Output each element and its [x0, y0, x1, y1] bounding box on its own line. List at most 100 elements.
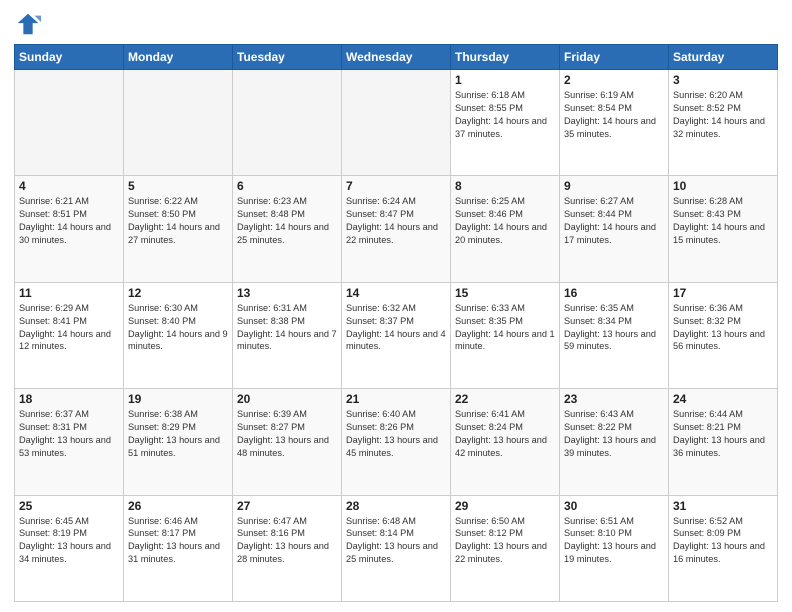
day-info: Sunrise: 6:19 AM Sunset: 8:54 PM Dayligh…	[564, 89, 664, 141]
calendar-cell: 22 Sunrise: 6:41 AM Sunset: 8:24 PM Dayli…	[451, 389, 560, 495]
day-info: Sunrise: 6:25 AM Sunset: 8:46 PM Dayligh…	[455, 195, 555, 247]
day-info: Sunrise: 6:38 AM Sunset: 8:29 PM Dayligh…	[128, 408, 228, 460]
day-number: 25	[19, 499, 119, 513]
day-info: Sunrise: 6:18 AM Sunset: 8:55 PM Dayligh…	[455, 89, 555, 141]
day-number: 11	[19, 286, 119, 300]
day-number: 21	[346, 392, 446, 406]
calendar-cell: 11 Sunrise: 6:29 AM Sunset: 8:41 PM Dayli…	[15, 282, 124, 388]
calendar-cell: 23 Sunrise: 6:43 AM Sunset: 8:22 PM Dayli…	[560, 389, 669, 495]
calendar-cell: 19 Sunrise: 6:38 AM Sunset: 8:29 PM Dayli…	[124, 389, 233, 495]
day-info: Sunrise: 6:22 AM Sunset: 8:50 PM Dayligh…	[128, 195, 228, 247]
day-number: 1	[455, 73, 555, 87]
calendar-cell: 27Sunrise: 6:47 AM Sunset: 8:16 PM Dayli…	[233, 495, 342, 601]
calendar-cell: 7Sunrise: 6:24 AM Sunset: 8:47 PM Daylig…	[342, 176, 451, 282]
day-info: Sunrise: 6:37 AM Sunset: 8:31 PM Dayligh…	[19, 408, 119, 460]
day-info: Sunrise: 6:52 AM Sunset: 8:09 PM Dayligh…	[673, 515, 773, 567]
day-number: 3	[673, 73, 773, 87]
calendar-cell: 1 Sunrise: 6:18 AM Sunset: 8:55 PM Daylig…	[451, 70, 560, 176]
calendar-cell: 24 Sunrise: 6:44 AM Sunset: 8:21 PM Dayli…	[669, 389, 778, 495]
calendar-cell: 4 Sunrise: 6:21 AM Sunset: 8:51 PM Daylig…	[15, 176, 124, 282]
day-number: 30	[564, 499, 664, 513]
calendar-cell: 12 Sunrise: 6:30 AM Sunset: 8:40 PM Dayli…	[124, 282, 233, 388]
calendar-cell: 14Sunrise: 6:32 AM Sunset: 8:37 PM Dayli…	[342, 282, 451, 388]
day-info: Sunrise: 6:45 AM Sunset: 8:19 PM Dayligh…	[19, 515, 119, 567]
day-number: 16	[564, 286, 664, 300]
day-number: 20	[237, 392, 337, 406]
day-number: 23	[564, 392, 664, 406]
day-info: Sunrise: 6:20 AM Sunset: 8:52 PM Dayligh…	[673, 89, 773, 141]
day-info: Sunrise: 6:50 AM Sunset: 8:12 PM Dayligh…	[455, 515, 555, 567]
day-number: 31	[673, 499, 773, 513]
day-info: Sunrise: 6:29 AM Sunset: 8:41 PM Dayligh…	[19, 302, 119, 354]
calendar-cell: 30 Sunrise: 6:51 AM Sunset: 8:10 PM Dayli…	[560, 495, 669, 601]
calendar-cell: 3 Sunrise: 6:20 AM Sunset: 8:52 PM Daylig…	[669, 70, 778, 176]
day-info: Sunrise: 6:28 AM Sunset: 8:43 PM Dayligh…	[673, 195, 773, 247]
header	[14, 10, 778, 38]
calendar-cell	[233, 70, 342, 176]
calendar-cell: 9 Sunrise: 6:27 AM Sunset: 8:44 PM Daylig…	[560, 176, 669, 282]
calendar-cell: 8 Sunrise: 6:25 AM Sunset: 8:46 PM Daylig…	[451, 176, 560, 282]
logo-icon	[14, 10, 42, 38]
calendar-week-2: 4 Sunrise: 6:21 AM Sunset: 8:51 PM Daylig…	[15, 176, 778, 282]
weekday-header-wednesday: Wednesday	[342, 45, 451, 70]
day-info: Sunrise: 6:43 AM Sunset: 8:22 PM Dayligh…	[564, 408, 664, 460]
day-info: Sunrise: 6:24 AM Sunset: 8:47 PM Dayligh…	[346, 195, 446, 247]
calendar-cell	[342, 70, 451, 176]
day-number: 5	[128, 179, 228, 193]
calendar-week-4: 18 Sunrise: 6:37 AM Sunset: 8:31 PM Dayli…	[15, 389, 778, 495]
calendar-cell: 18 Sunrise: 6:37 AM Sunset: 8:31 PM Dayli…	[15, 389, 124, 495]
weekday-header-sunday: Sunday	[15, 45, 124, 70]
day-info: Sunrise: 6:51 AM Sunset: 8:10 PM Dayligh…	[564, 515, 664, 567]
day-number: 26	[128, 499, 228, 513]
day-number: 18	[19, 392, 119, 406]
calendar-cell: 17 Sunrise: 6:36 AM Sunset: 8:32 PM Dayli…	[669, 282, 778, 388]
calendar-cell	[15, 70, 124, 176]
day-info: Sunrise: 6:32 AM Sunset: 8:37 PM Dayligh…	[346, 302, 446, 354]
day-info: Sunrise: 6:27 AM Sunset: 8:44 PM Dayligh…	[564, 195, 664, 247]
calendar-cell: 29Sunrise: 6:50 AM Sunset: 8:12 PM Dayli…	[451, 495, 560, 601]
day-info: Sunrise: 6:35 AM Sunset: 8:34 PM Dayligh…	[564, 302, 664, 354]
day-info: Sunrise: 6:31 AM Sunset: 8:38 PM Dayligh…	[237, 302, 337, 354]
day-number: 12	[128, 286, 228, 300]
day-info: Sunrise: 6:23 AM Sunset: 8:48 PM Dayligh…	[237, 195, 337, 247]
day-number: 6	[237, 179, 337, 193]
calendar-cell: 25 Sunrise: 6:45 AM Sunset: 8:19 PM Dayli…	[15, 495, 124, 601]
day-info: Sunrise: 6:41 AM Sunset: 8:24 PM Dayligh…	[455, 408, 555, 460]
day-info: Sunrise: 6:36 AM Sunset: 8:32 PM Dayligh…	[673, 302, 773, 354]
weekday-header-tuesday: Tuesday	[233, 45, 342, 70]
day-number: 4	[19, 179, 119, 193]
day-number: 8	[455, 179, 555, 193]
calendar-week-1: 1 Sunrise: 6:18 AM Sunset: 8:55 PM Daylig…	[15, 70, 778, 176]
day-info: Sunrise: 6:44 AM Sunset: 8:21 PM Dayligh…	[673, 408, 773, 460]
weekday-header-monday: Monday	[124, 45, 233, 70]
page: SundayMondayTuesdayWednesdayThursdayFrid…	[0, 0, 792, 612]
calendar-table: SundayMondayTuesdayWednesdayThursdayFrid…	[14, 44, 778, 602]
day-info: Sunrise: 6:30 AM Sunset: 8:40 PM Dayligh…	[128, 302, 228, 354]
day-number: 10	[673, 179, 773, 193]
calendar-cell	[124, 70, 233, 176]
weekday-header-saturday: Saturday	[669, 45, 778, 70]
calendar-cell: 10 Sunrise: 6:28 AM Sunset: 8:43 PM Dayli…	[669, 176, 778, 282]
day-number: 22	[455, 392, 555, 406]
day-info: Sunrise: 6:48 AM Sunset: 8:14 PM Dayligh…	[346, 515, 446, 567]
day-number: 17	[673, 286, 773, 300]
day-number: 27	[237, 499, 337, 513]
calendar-cell: 26 Sunrise: 6:46 AM Sunset: 8:17 PM Dayli…	[124, 495, 233, 601]
calendar-cell: 6 Sunrise: 6:23 AM Sunset: 8:48 PM Daylig…	[233, 176, 342, 282]
day-info: Sunrise: 6:21 AM Sunset: 8:51 PM Dayligh…	[19, 195, 119, 247]
day-info: Sunrise: 6:46 AM Sunset: 8:17 PM Dayligh…	[128, 515, 228, 567]
weekday-header-friday: Friday	[560, 45, 669, 70]
calendar-header-row: SundayMondayTuesdayWednesdayThursdayFrid…	[15, 45, 778, 70]
calendar-cell: 31 Sunrise: 6:52 AM Sunset: 8:09 PM Dayli…	[669, 495, 778, 601]
calendar-cell: 13Sunrise: 6:31 AM Sunset: 8:38 PM Dayli…	[233, 282, 342, 388]
day-info: Sunrise: 6:39 AM Sunset: 8:27 PM Dayligh…	[237, 408, 337, 460]
calendar-cell: 16 Sunrise: 6:35 AM Sunset: 8:34 PM Dayli…	[560, 282, 669, 388]
weekday-header-thursday: Thursday	[451, 45, 560, 70]
day-number: 19	[128, 392, 228, 406]
day-number: 2	[564, 73, 664, 87]
calendar-week-5: 25 Sunrise: 6:45 AM Sunset: 8:19 PM Dayli…	[15, 495, 778, 601]
calendar-cell: 2 Sunrise: 6:19 AM Sunset: 8:54 PM Daylig…	[560, 70, 669, 176]
calendar-cell: 5 Sunrise: 6:22 AM Sunset: 8:50 PM Daylig…	[124, 176, 233, 282]
day-number: 9	[564, 179, 664, 193]
day-number: 24	[673, 392, 773, 406]
